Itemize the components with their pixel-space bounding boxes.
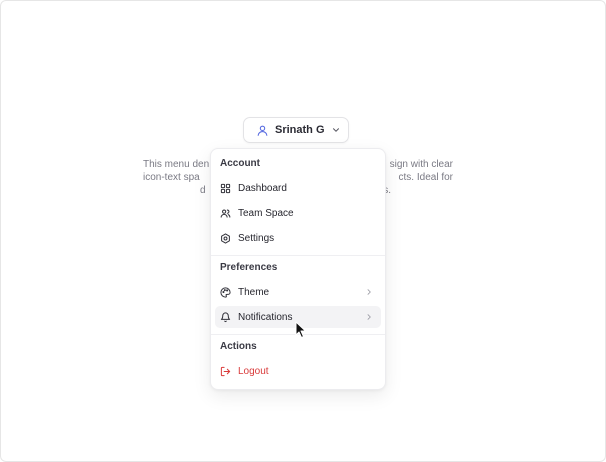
settings-icon [220,232,231,244]
chevron-down-icon [331,125,341,135]
user-dropdown-menu: Account Dashboard Team Space Settings Pr… [210,148,386,390]
menu-item-label: Team Space [238,207,294,219]
section-label-preferences: Preferences [220,262,278,273]
bell-icon [220,311,231,323]
menu-item-label: Theme [238,286,270,298]
app-frame: This menu den sign with clear icon-text … [0,0,606,462]
chevron-right-icon [365,313,373,321]
dashboard-icon [220,183,231,194]
section-label-account: Account [220,158,260,169]
menu-item-label: Dashboard [238,182,287,194]
menu-item-theme[interactable]: Theme [215,281,381,303]
palette-icon [220,286,231,298]
users-icon [220,208,231,219]
section-label-actions: Actions [220,341,257,352]
mouse-cursor-icon [295,321,307,344]
menu-item-logout[interactable]: Logout [215,360,381,382]
menu-item-team-space[interactable]: Team Space [215,202,381,224]
chevron-right-icon [365,288,373,296]
logout-icon [220,366,231,377]
user-menu-button[interactable]: Srinath G [243,117,349,143]
menu-divider [211,255,385,256]
user-name: Srinath G [275,124,325,136]
user-icon [256,124,269,137]
menu-item-dashboard[interactable]: Dashboard [215,177,381,199]
menu-item-label: Logout [238,365,269,377]
menu-item-label: Settings [238,232,275,244]
menu-item-settings[interactable]: Settings [215,227,381,249]
